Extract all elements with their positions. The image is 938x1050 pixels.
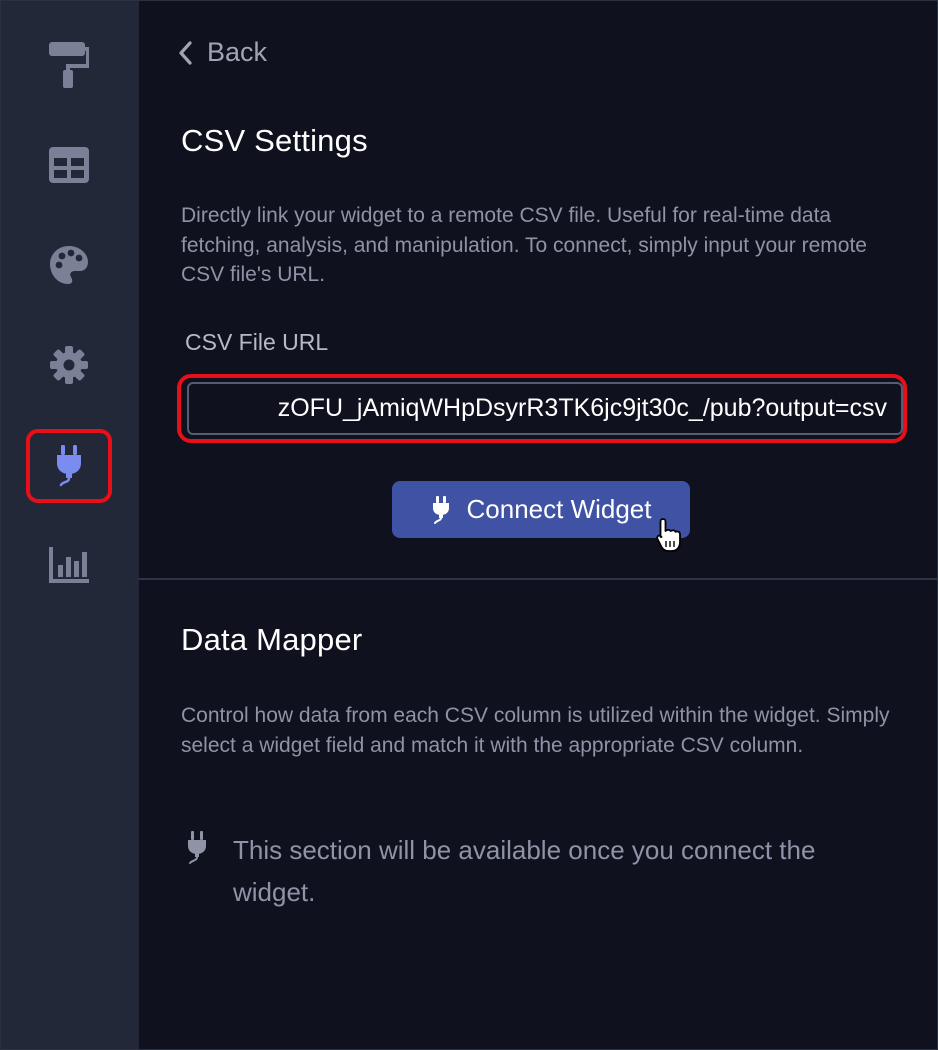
table-icon — [49, 147, 89, 183]
paint-roller-icon — [49, 42, 89, 88]
csv-settings-title: CSV Settings — [181, 123, 368, 158]
plug-icon — [188, 831, 206, 864]
data-mapper-description: Control how data from each CSV column is… — [181, 704, 890, 757]
sidebar-item-analytics[interactable] — [29, 529, 109, 601]
sidebar-item-settings[interactable] — [29, 329, 109, 401]
gear-icon — [50, 346, 88, 384]
data-mapper-title: Data Mapper — [181, 622, 363, 657]
back-link[interactable]: Back — [177, 37, 267, 68]
sidebar-item-appearance[interactable] — [29, 229, 109, 301]
app-frame: Back CSV Settings Directly link your wid… — [0, 0, 938, 1050]
section-divider — [139, 578, 937, 580]
plug-icon — [57, 445, 81, 487]
connect-widget-label: Connect Widget — [466, 494, 652, 524]
data-mapper-notice-text: This section will be available once you … — [233, 835, 816, 907]
csv-settings-description: Directly link your widget to a remote CS… — [181, 204, 867, 286]
palette-icon — [50, 246, 88, 284]
csv-url-input[interactable] — [187, 382, 903, 435]
hand-pointer-cursor-icon — [656, 518, 681, 552]
sidebar-item-data-source[interactable] — [26, 429, 112, 503]
sidebar-item-style[interactable] — [29, 29, 109, 101]
back-label: Back — [207, 37, 268, 67]
bar-chart-icon — [49, 547, 89, 583]
data-mapper-notice: This section will be available once you … — [185, 831, 873, 913]
sidebar — [1, 1, 139, 1049]
csv-url-label: CSV File URL — [185, 329, 329, 355]
csv-url-highlight — [177, 374, 907, 443]
sidebar-item-layout[interactable] — [29, 129, 109, 201]
main-panel: Back CSV Settings Directly link your wid… — [139, 1, 937, 1049]
connect-widget-button[interactable]: Connect Widget — [392, 481, 690, 538]
chevron-left-icon — [179, 40, 192, 65]
plug-icon — [432, 495, 449, 524]
